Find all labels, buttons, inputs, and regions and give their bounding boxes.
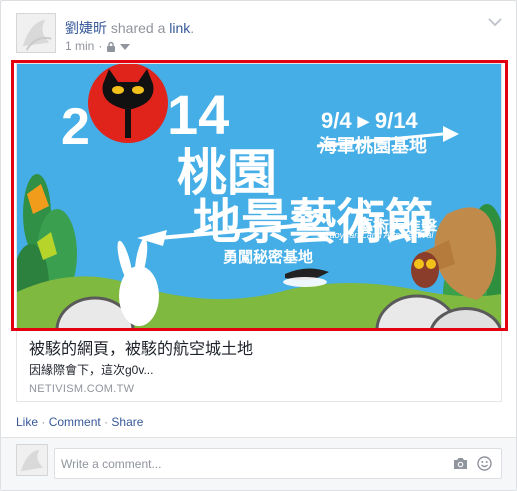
shared-link-word[interactable]: link: [169, 20, 190, 36]
banner-dates: 9/4 ▸ 9/14: [321, 108, 418, 133]
attachment-domain: NETIVISM.COM.TW: [29, 383, 135, 395]
lock-icon[interactable]: [106, 41, 116, 52]
comment-composer: [1, 437, 516, 490]
like-link[interactable]: Like: [16, 415, 38, 429]
author-name[interactable]: 劉婕昕: [65, 20, 107, 36]
comment-link[interactable]: Comment: [49, 415, 101, 429]
meta-separator: ·: [98, 39, 103, 53]
chevron-down-icon[interactable]: [488, 17, 502, 27]
post-card: 劉婕昕 shared a link. 1 min · 2 14 桃園 地景藝術節…: [0, 0, 517, 491]
link-attachment[interactable]: 2 14 桃園 地景藝術節 9/4 ▸ 9/14 海軍桃園基地 Taoyuan …: [16, 63, 502, 402]
default-avatar-icon: [17, 445, 47, 475]
post-actions: Like · Comment · Share: [16, 415, 143, 429]
camera-icon[interactable]: [453, 457, 468, 470]
actions-dot-2: ·: [104, 415, 109, 429]
owl: [411, 252, 439, 288]
festival-banner-art: 2 14 桃園 地景藝術節 9/4 ▸ 9/14 海軍桃園基地 Taoyuan …: [17, 64, 501, 330]
attachment-banner-image[interactable]: 2 14 桃園 地景藝術節 9/4 ▸ 9/14 海軍桃園基地 Taoyuan …: [17, 64, 501, 330]
headline-period: .: [190, 20, 195, 36]
commenter-avatar: [16, 444, 48, 476]
banner-slogan-left: 勇闖秘密基地: [223, 248, 313, 266]
comment-input[interactable]: [54, 448, 502, 479]
post-headline: 劉婕昕 shared a link.: [65, 18, 194, 38]
actions-dot-1: ·: [41, 415, 46, 429]
banner-year-suffix: 14: [167, 83, 229, 146]
smile-icon[interactable]: [477, 456, 492, 471]
privacy-caret-icon[interactable]: [120, 43, 131, 50]
author-avatar[interactable]: [16, 13, 56, 53]
attachment-title[interactable]: 被駭的網頁，被駭的航空城土地: [29, 335, 253, 359]
banner-year-prefix: 2: [61, 98, 90, 156]
timestamp[interactable]: 1 min: [65, 39, 94, 53]
attachment-description: 因緣際會下，這次g0v...: [29, 363, 154, 377]
cat-logo: [88, 64, 168, 143]
banner-slogan-right: 藝術大進擊: [357, 217, 438, 236]
default-avatar-icon: [17, 14, 55, 52]
post-header: 劉婕昕 shared a link. 1 min ·: [16, 13, 504, 55]
post-meta: 1 min ·: [65, 39, 131, 53]
share-link[interactable]: Share: [111, 415, 143, 429]
action-text: shared a: [110, 20, 166, 36]
